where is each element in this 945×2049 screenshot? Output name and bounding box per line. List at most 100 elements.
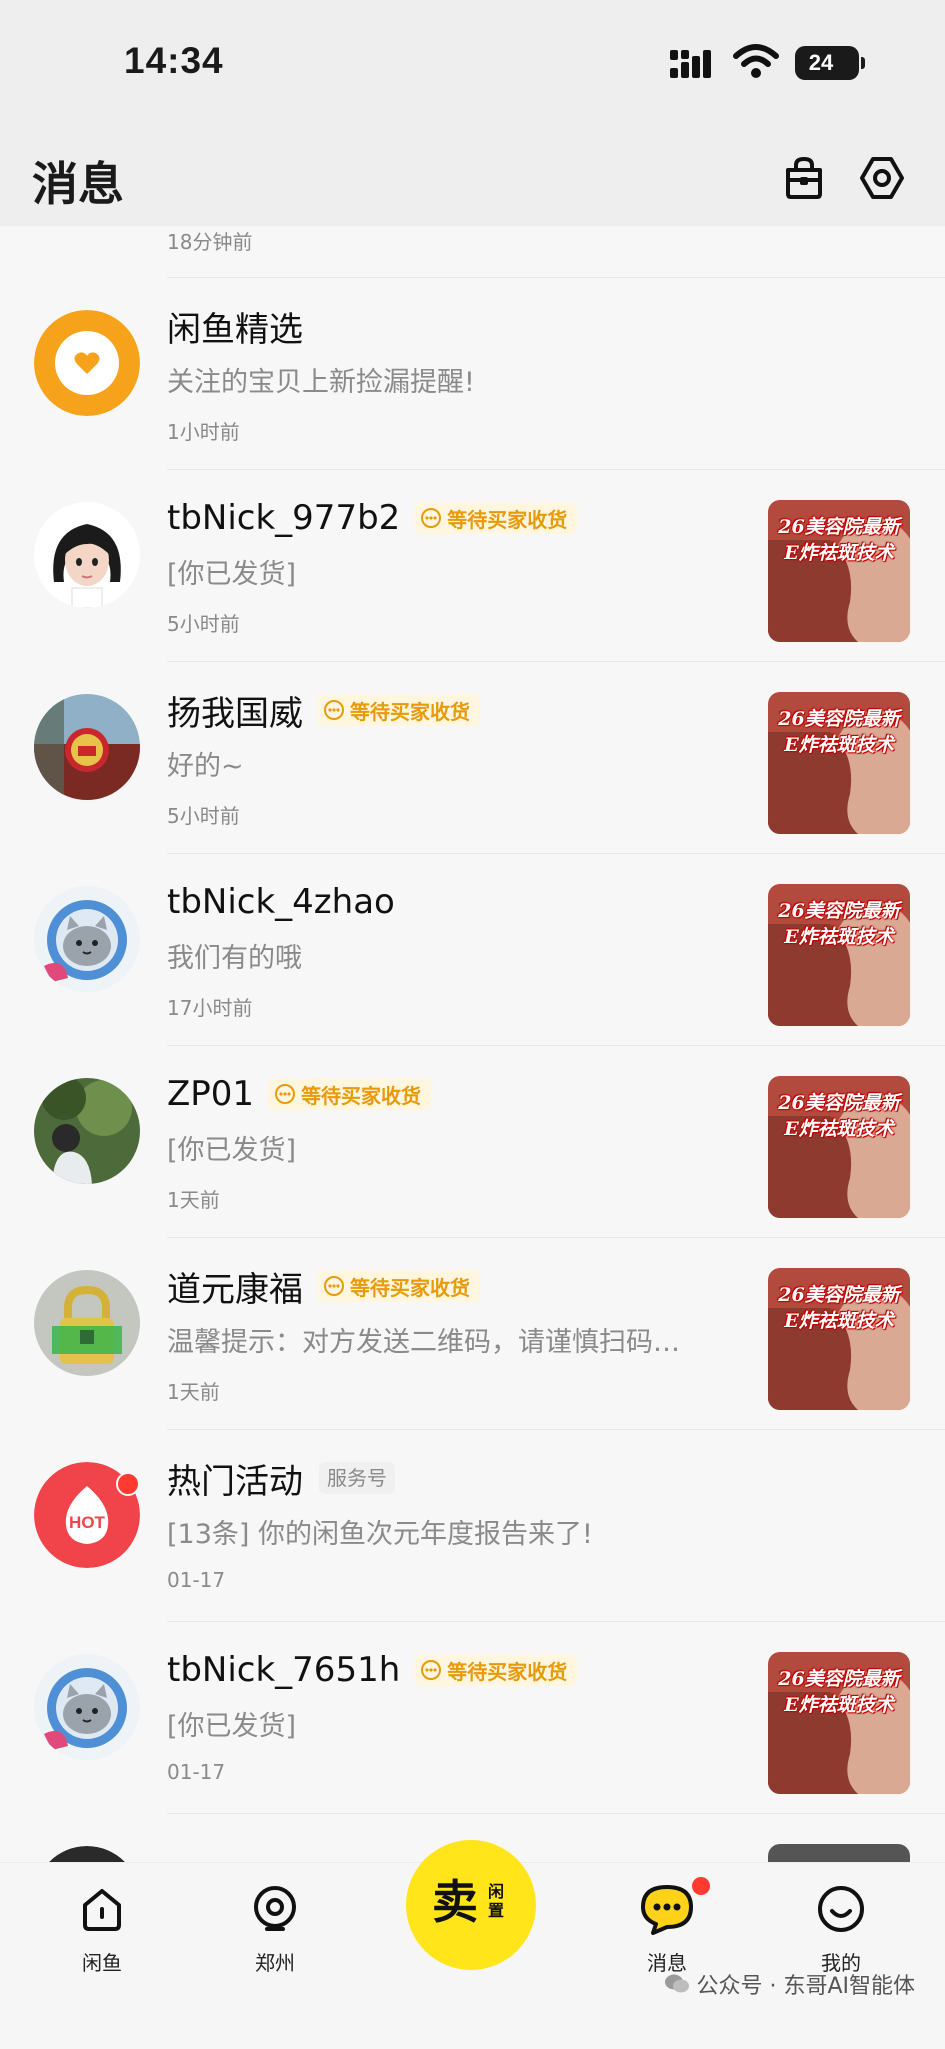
thumbnail-text: E炸祛斑技术 [784, 1118, 894, 1140]
status-badge-text: 等待买家收货 [447, 1659, 568, 1684]
battery-level: 24 [808, 50, 834, 75]
battery-cap [861, 57, 865, 69]
status-badge: 等待买家收货 [414, 1654, 578, 1686]
bottom-tab-bar: 闲鱼 郑州 卖 闲置 消息 我的 [0, 1840, 945, 2049]
message-preview: 关注的宝贝上新捡漏提醒! [167, 367, 475, 398]
pending-dots-icon [324, 1276, 344, 1296]
thumbnail-text: 26美容院最新 [778, 900, 900, 922]
sell-button[interactable]: 卖 闲置 [406, 1840, 536, 1970]
conversation-item-tbnick-977b2[interactable]: tbNick_977b2 等待买家收货 [你已发货] 5小时前 26美容院最新 … [0, 470, 945, 662]
contact-name: tbNick_7651h [167, 1650, 401, 1690]
profile-icon [818, 1886, 864, 1932]
contact-name: 热门活动 [167, 1461, 303, 1502]
name-line: ZP01 等待买家收货 [167, 1070, 432, 1118]
conversation-item-daoyuankangfu[interactable]: 道元康福 等待买家收货 温馨提示：对方发送二维码，请谨慎扫码… 1天前 26美容… [0, 1238, 945, 1430]
settings-icon[interactable] [858, 154, 906, 202]
tab-location[interactable]: 郑州 [220, 1883, 330, 1993]
status-badge: 等待买家收货 [268, 1078, 432, 1110]
sell-label: 卖 [432, 1875, 478, 1929]
message-time: 5小时前 [167, 612, 240, 636]
product-thumbnail[interactable]: 26美容院最新 E炸祛斑技术 [768, 1652, 910, 1794]
message-preview: 我们有的哦 [167, 943, 302, 974]
thumbnail-text: 26美容院最新 [778, 708, 900, 730]
status-bar: 14:34 24 [0, 0, 945, 130]
status-badge: 等待买家收货 [317, 1270, 480, 1302]
signal-icon [670, 50, 711, 78]
message-time: 1天前 [167, 1380, 220, 1404]
thumbnail-text: 26美容院最新 [778, 1668, 900, 1690]
conversation-item-hot-events[interactable]: HOT 热门活动 服务号 [13条] 你的闲鱼次元年度报告来了! 01-17 [0, 1430, 945, 1622]
status-badge: 等待买家收货 [414, 502, 578, 534]
tab-home[interactable]: 闲鱼 [47, 1883, 157, 1993]
product-thumbnail[interactable] [768, 1844, 910, 1862]
message-time: 01-17 [167, 1760, 226, 1784]
message-preview: [你已发货] [167, 559, 297, 590]
conversation-item-xianyu-selected[interactable]: 闲鱼精选 关注的宝贝上新捡漏提醒! 1小时前 [0, 278, 945, 470]
message-preview: 温馨提示：对方发送二维码，请谨慎扫码… [167, 1327, 680, 1358]
watermark: 公众号 · 东哥AI智能体 [664, 1968, 915, 2000]
pending-dots-icon [275, 1084, 296, 1104]
thumbnail-text: E炸祛斑技术 [784, 734, 894, 756]
sell-sub-label: 闲置 [488, 1882, 505, 1920]
chat-icon [641, 1885, 693, 1935]
status-badge-text: 等待买家收货 [350, 699, 470, 724]
pending-dots-icon [421, 508, 442, 528]
shopping-bag-icon[interactable] [780, 154, 828, 202]
product-thumbnail[interactable]: 26美容院最新 E炸祛斑技术 [768, 500, 910, 642]
tab-label: 郑州 [255, 1951, 295, 1975]
avatar [34, 1846, 140, 1862]
message-list[interactable]: 18分钟前 闲鱼精选 关注的宝贝上新捡漏提醒! 1小时前 tbNick_977b… [0, 226, 945, 1862]
lock-avatar [34, 1270, 140, 1376]
status-badge-text: 等待买家收货 [301, 1083, 422, 1108]
battery-indicator: 24 [795, 46, 865, 80]
photo-avatar [34, 1078, 140, 1184]
product-thumbnail[interactable]: 26美容院最新 E炸祛斑技术 [768, 1076, 910, 1218]
contact-name: 扬我国威 [167, 693, 303, 734]
status-badge-text: 等待买家收货 [447, 507, 568, 532]
page-title: 消息 [32, 157, 124, 211]
product-thumbnail[interactable]: 26美容院最新 E炸祛斑技术 [768, 884, 910, 1026]
conversation-item-tbnick-4zhao[interactable]: tbNick_4zhao 我们有的哦 17小时前 26美容院最新 E炸祛斑技术 [0, 854, 945, 1046]
message-preview: 好的~ [167, 751, 244, 782]
thumbnail-text: E炸祛斑技术 [784, 1310, 894, 1332]
contact-name: 闲鱼精选 [167, 309, 303, 350]
location-icon [254, 1886, 296, 1931]
message-preview: [你已发货] [167, 1711, 297, 1742]
home-icon [83, 1889, 121, 1931]
pending-dots-icon [421, 1660, 442, 1680]
list-item-partial[interactable]: 18分钟前 [0, 226, 945, 278]
status-time: 14:34 [124, 40, 224, 81]
unread-dot [116, 1472, 140, 1496]
wifi-icon [733, 44, 779, 78]
contact-name: 道元康福 [167, 1269, 303, 1310]
thumbnail-text: E炸祛斑技术 [784, 926, 894, 948]
name-line: tbNick_4zhao [167, 878, 395, 926]
product-thumbnail[interactable]: 26美容院最新 E炸祛斑技术 [768, 692, 910, 834]
name-line: 道元康福 等待买家收货 [167, 1262, 480, 1310]
conversation-item-tbnick-7651h[interactable]: tbNick_7651h 等待买家收货 [你已发货] 01-17 26美容院最新… [0, 1622, 945, 1814]
unread-dot [692, 1877, 710, 1895]
svg-text:HOT: HOT [69, 1513, 106, 1532]
xianyu-heart-icon [34, 310, 140, 416]
product-thumbnail[interactable]: 26美容院最新 E炸祛斑技术 [768, 1268, 910, 1410]
cat-astronaut-avatar [34, 886, 140, 992]
thumbnail-text: 26美容院最新 [778, 1092, 900, 1114]
contact-name: ZP01 [167, 1074, 255, 1114]
message-time: 1天前 [167, 1188, 220, 1212]
service-account-tag: 服务号 [319, 1462, 395, 1494]
name-line: tbNick_7651h 等待买家收货 [167, 1646, 578, 1694]
emblem-avatar [34, 694, 140, 800]
name-line: 闲鱼精选 [167, 302, 303, 350]
name-line: 扬我国威 等待买家收货 [167, 686, 480, 734]
conversation-item-yangwoguowei[interactable]: 扬我国威 等待买家收货 好的~ 5小时前 26美容院最新 E炸祛斑技术 [0, 662, 945, 854]
thumbnail-text: E炸祛斑技术 [784, 1694, 894, 1716]
thumbnail-text: E炸祛斑技术 [784, 542, 894, 564]
watermark-text: 公众号 · 东哥AI智能体 [696, 1974, 915, 1999]
name-line: 热门活动 服务号 [167, 1454, 395, 1502]
message-preview: [13条] 你的闲鱼次元年度报告来了! [167, 1519, 593, 1550]
status-badge: 等待买家收货 [317, 694, 480, 726]
contact-name: tbNick_4zhao [167, 882, 395, 922]
cat-astronaut-avatar [34, 1654, 140, 1760]
conversation-item-zp01[interactable]: ZP01 等待买家收货 [你已发货] 1天前 26美容院最新 E炸祛斑技术 [0, 1046, 945, 1238]
message-time: 5小时前 [167, 804, 240, 828]
